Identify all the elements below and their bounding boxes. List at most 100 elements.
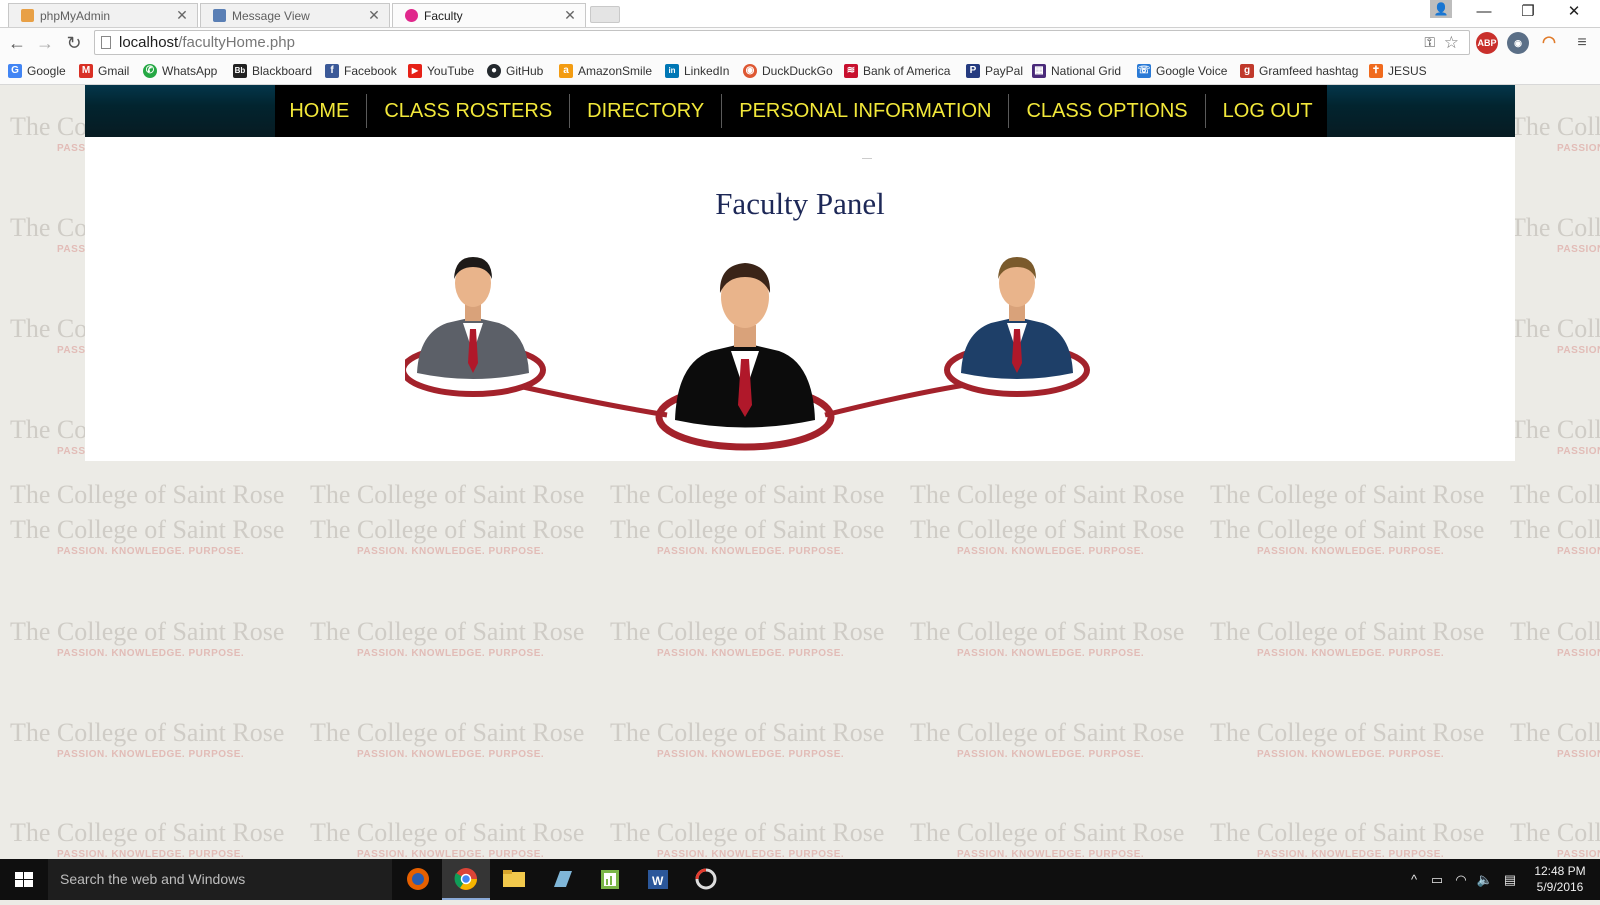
faculty-person-center-icon [655,263,835,451]
sync-app-icon[interactable] [682,859,730,900]
watermark-subtitle: PASSION. KNOWLEDGE. PURPOSE. [357,546,545,557]
watermark-subtitle: PASSION. KNOWLEDGE. PURPOSE. [357,749,545,760]
page-body: The College of Saint Rose PASSION. KNOWLE… [0,85,1600,859]
show-hidden-icons-icon[interactable]: ^ [1404,859,1424,900]
watermark-logo: The College of Saint Rose PASSION. KNOWLE… [900,718,1200,762]
start-button[interactable] [0,859,48,900]
watermark-subtitle: PASSION. KNOWLEDGE. PURPOSE. [357,648,545,659]
watermark-subtitle: PASSION. KNOWLEDGE. PURPOSE. [1257,849,1445,859]
chrome-icon[interactable] [442,859,490,900]
close-tab-icon[interactable]: ✕ [365,7,383,24]
bookmark-gramfeed-hashtag[interactable]: g Gramfeed hashtag [1240,63,1358,79]
tab-strip: phpMyAdmin ✕ Message View ✕ Faculty ✕ 👤 … [0,0,1600,27]
bookmark-bank-of-america[interactable]: ≋ Bank of America [844,63,950,79]
nav-log-out[interactable]: LOG OUT [1206,94,1330,128]
nav-home[interactable]: HOME [272,94,368,128]
bookmark-jesus[interactable]: ✝ JESUS [1369,63,1427,79]
bookmark-amazonsmile[interactable]: a AmazonSmile [559,63,652,79]
gmail-icon: M [79,64,93,78]
taskbar-search-box[interactable]: Search the web and Windows [48,859,392,900]
bookmark-blackboard[interactable]: Bb Blackboard [233,63,312,79]
tab-title: phpMyAdmin [40,8,111,23]
reload-icon[interactable]: ↻ [62,31,86,55]
watermark-logo: The College of Saint Rose PASSION. KNOWLE… [600,617,900,661]
watermark-subtitle: PASSION. KNOWLEDGE. PURPOSE. [57,849,245,859]
nav-class-rosters[interactable]: CLASS ROSTERS [367,94,571,128]
watermark-logo: The College of Saint Rose PASSION. KNOWLE… [1200,617,1500,661]
key-icon[interactable]: ⚿ [1424,31,1435,54]
watermark-logo: The College of Saint Rose PASSION. KNOWLE… [1500,617,1600,661]
file-explorer-icon[interactable] [490,859,538,900]
bookmark-star-icon[interactable]: ☆ [1444,31,1459,54]
bookmark-google[interactable]: G Google [8,63,66,79]
firefox-icon[interactable] [394,859,442,900]
watermark-logo: The College of Saint Rose PASSION. KNOWLE… [1500,718,1600,762]
watermark-subtitle: PASSION. KNOWLEDGE. PURPOSE. [1557,648,1600,659]
watermark-title: The College of Saint Rose [310,480,585,509]
watermark-logo: The College of Saint Rose PASSION. KNOWLE… [1500,415,1600,459]
watermark-title: The College of Saint Rose [910,818,1185,847]
spreadsheet-app-icon[interactable] [586,859,634,900]
watermark-subtitle: PASSION. KNOWLEDGE. PURPOSE. [57,749,245,760]
blackboard-icon: Bb [233,64,247,78]
bookmark-github[interactable]: ● GitHub [487,63,543,79]
system-clock[interactable]: 12:48 PM 5/9/2016 [1530,863,1590,895]
bookmark-linkedin[interactable]: in LinkedIn [665,63,729,79]
watermark-title: The College of Saint Rose [610,617,885,646]
watermark-logo: The College of Saint Rose [600,480,900,510]
bookmark-paypal[interactable]: P PayPal [966,63,1023,79]
menu-icon[interactable]: ≡ [1570,31,1594,55]
watermark-logo: The College of Saint Rose PASSION. KNOWLE… [900,515,1200,559]
windows-logo-icon [15,872,33,887]
close-tab-icon[interactable]: ✕ [561,7,579,24]
volume-icon[interactable]: 🔈 [1474,859,1496,900]
word-icon[interactable]: W [634,859,682,900]
bookmark-national-grid[interactable]: ▦ National Grid [1032,63,1121,79]
restore-button[interactable]: ❐ [1506,0,1550,24]
tab-phpmyadmin[interactable]: phpMyAdmin ✕ [8,3,198,27]
watermark-subtitle: PASSION. KNOWLEDGE. PURPOSE. [1557,546,1600,557]
bookmark-facebook[interactable]: f Facebook [325,63,397,79]
nav-class-options[interactable]: CLASS OPTIONS [1009,94,1206,128]
close-window-button[interactable]: ✕ [1552,0,1596,24]
extension-arc-icon[interactable]: ◠ [1538,32,1560,54]
watermark-logo: The College of Saint Rose PASSION. KNOWLE… [1200,515,1500,559]
bookmark-gmail[interactable]: M Gmail [79,63,129,79]
notepad-app-icon[interactable] [538,859,586,900]
bookmark-duckduckgo[interactable]: ◉ DuckDuckGo [743,63,833,79]
minimize-button[interactable]: — [1462,0,1506,24]
watermark-subtitle: PASSION. KNOWLEDGE. PURPOSE. [657,546,845,557]
tab-faculty[interactable]: Faculty ✕ [392,3,586,27]
wifi-icon[interactable]: ◠ [1450,859,1472,900]
nav-directory[interactable]: DIRECTORY [570,94,723,128]
bookmark-youtube[interactable]: ▶ YouTube [408,63,474,79]
back-arrow-icon[interactable]: ← [5,31,29,55]
watermark-subtitle: PASSION. KNOWLEDGE. PURPOSE. [657,749,845,760]
action-center-icon[interactable]: ▤ [1498,859,1522,900]
watermark-subtitle: PASSION. KNOWLEDGE. PURPOSE. [357,849,545,859]
new-tab-button[interactable] [590,6,620,23]
nationalgrid-icon: ▦ [1032,64,1046,78]
profile-icon[interactable]: 👤 [1430,0,1452,18]
watermark-title: The College of Saint Rose [1510,112,1600,141]
forward-arrow-icon[interactable]: → [33,31,57,55]
nav-personal-information[interactable]: PERSONAL INFORMATION [722,94,1010,128]
extension-eye-icon[interactable]: ◉ [1507,32,1529,54]
watermark-row: The College of Saint Rose PASSION. KNOWLE… [0,617,1600,661]
tab-message-view[interactable]: Message View ✕ [200,3,390,27]
watermark-title: The College of Saint Rose [610,480,885,509]
battery-icon[interactable]: ▭ [1426,859,1448,900]
watermark-subtitle: PASSION. KNOWLEDGE. PURPOSE. [1557,749,1600,760]
adblock-plus-icon[interactable]: ABP [1476,32,1498,54]
watermark-title: The College of Saint Rose [10,818,285,847]
address-bar[interactable]: localhost/facultyHome.php ⚿ ☆ [94,30,1470,55]
watermark-title: The College of Saint Rose [1510,617,1600,646]
watermark-title: The College of Saint Rose [310,718,585,747]
faculty-person-right-icon [944,257,1090,397]
watermark-title: The College of Saint Rose [1510,718,1600,747]
bookmark-google-voice[interactable]: ☏ Google Voice [1137,63,1227,79]
close-tab-icon[interactable]: ✕ [173,7,191,24]
watermark-row: The College of Saint Rose PASSION. KNOWLE… [0,818,1600,859]
bookmark-whatsapp[interactable]: ✆ WhatsApp [143,63,217,79]
watermark-subtitle: PASSION. KNOWLEDGE. PURPOSE. [1257,648,1445,659]
